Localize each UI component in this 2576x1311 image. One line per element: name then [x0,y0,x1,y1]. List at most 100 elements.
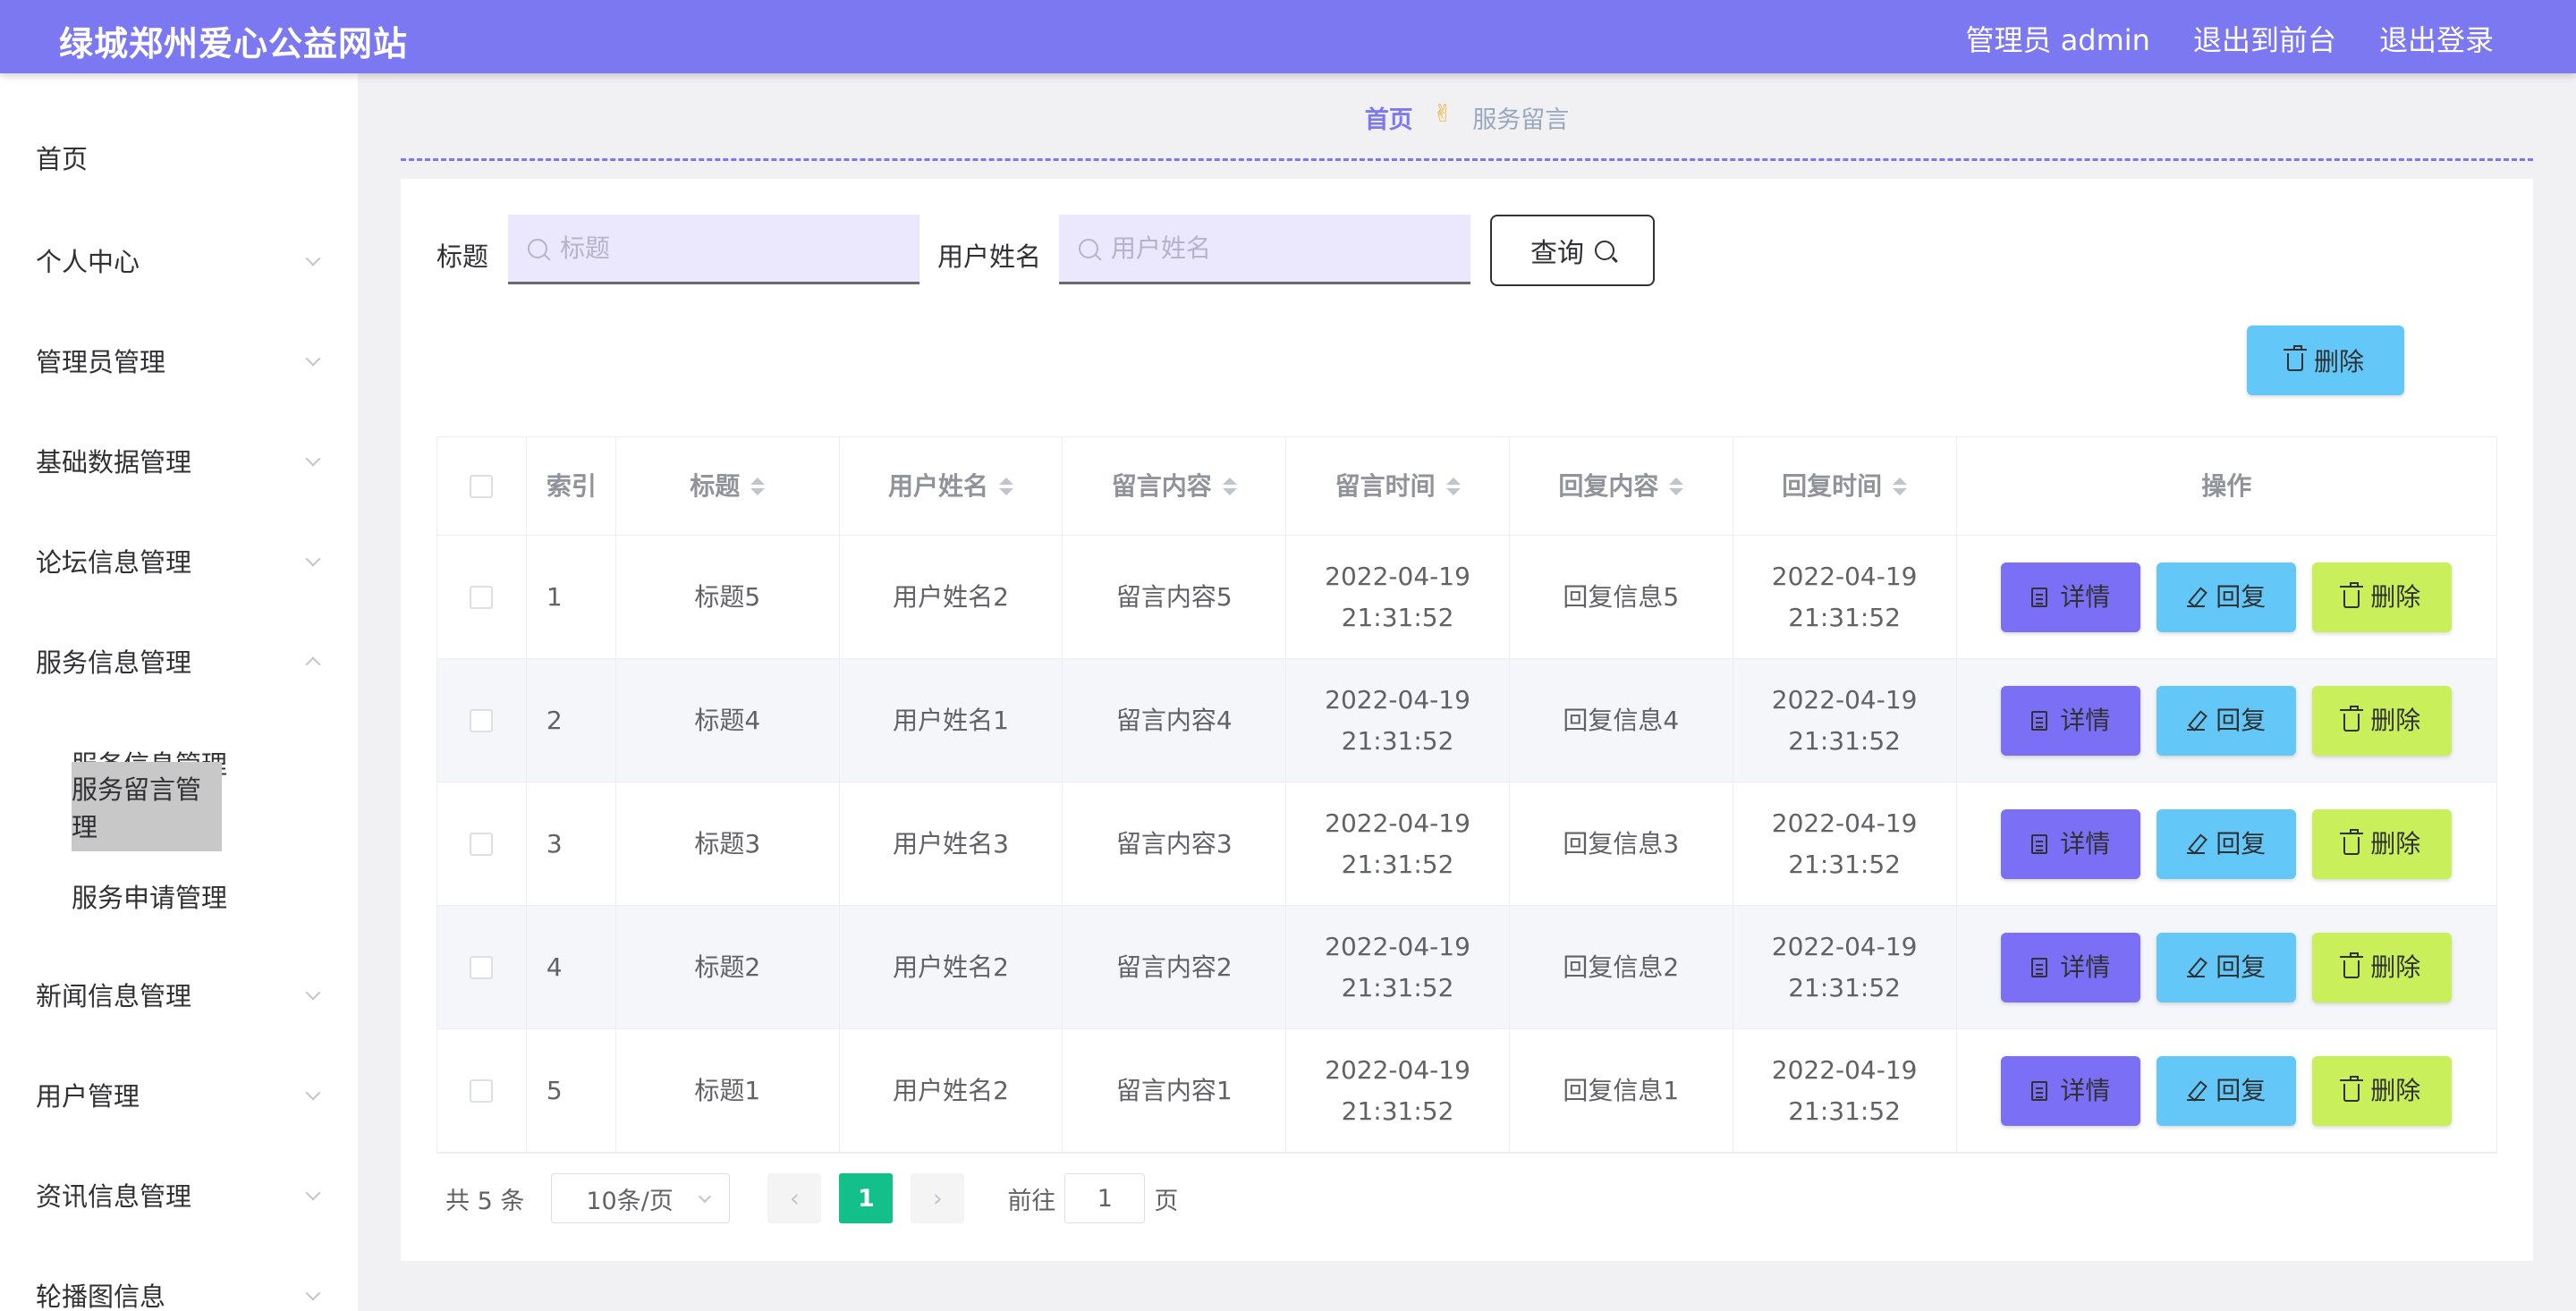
row-checkbox[interactable] [470,585,494,609]
batch-delete-button[interactable]: 删除 [2247,326,2404,395]
cell-content: 留言内容1 [1063,1029,1287,1152]
sidebar-item-personal-center[interactable]: 个人中心 [0,224,358,296]
reply-button[interactable]: 回复 [2157,1055,2297,1126]
row-checkbox[interactable] [470,955,494,979]
column-header: 回复时间 [1782,470,1883,501]
delete-button[interactable]: 删除 [2312,808,2453,879]
table-row: 5 标题1 用户姓名2 留言内容1 2022-04-19 21:31:52 回复… [437,1029,2496,1153]
cell-content: 留言内容5 [1063,536,1287,658]
detail-button[interactable]: 详情 [2001,808,2141,879]
sort-icon[interactable] [1445,477,1461,495]
sort-icon[interactable] [750,477,766,495]
title-search-field[interactable] [508,215,919,284]
sidebar-subitem-service-message[interactable]: 服务留言管理 [72,762,222,851]
reply-button[interactable]: 回复 [2157,808,2297,879]
trash-icon [2340,952,2364,978]
delete-button[interactable]: 删除 [2312,932,2453,1002]
sidebar-item-news[interactable]: 新闻信息管理 [0,959,358,1030]
sort-icon[interactable] [1222,477,1237,495]
delete-button[interactable]: 删除 [2312,685,2453,756]
user-search-input[interactable] [1111,233,1451,263]
query-button[interactable]: 查询 [1490,215,1655,286]
cell-index: 5 [527,1029,616,1152]
sidebar-item-label: 论坛信息管理 [36,547,192,578]
sort-icon[interactable] [1893,477,1908,495]
header-actions: 操作 [1957,437,2496,535]
cell-index: 4 [527,906,616,1028]
title-search-label: 标题 [436,241,489,272]
next-page-button[interactable]: › [911,1173,965,1223]
row-checkbox[interactable] [470,832,494,856]
sort-icon[interactable] [1669,477,1684,495]
header-index: 索引 [527,437,616,535]
message-table: 索引 标题 用户姓名 留言内容 留言时间 回复内容 回复时间 操作 1 标题5 … [436,436,2497,1154]
detail-label: 详情 [2060,705,2111,735]
reply-button[interactable]: 回复 [2157,932,2297,1002]
header-user[interactable]: 用户姓名 [840,437,1063,535]
chevron-down-icon [305,250,321,266]
sidebar-item-carousel[interactable]: 轮播图信息 [0,1259,358,1311]
header-reply-time[interactable]: 回复时间 [1733,437,1957,535]
chevron-down-icon [699,1189,712,1204]
page-size-select[interactable]: 10条/页 [551,1173,731,1223]
reply-label: 回复 [2216,952,2267,982]
detail-label: 详情 [2060,828,2111,858]
sidebar-item-basic-data[interactable]: 基础数据管理 [0,425,358,496]
chevron-down-icon [305,1285,321,1301]
chevron-down-icon [305,1185,321,1201]
chevron-down-icon [305,1085,321,1101]
sidebar-subitem-service-apply[interactable]: 服务申请管理 [72,851,227,941]
reply-label: 回复 [2216,581,2267,612]
header-time[interactable]: 留言时间 [1286,437,1510,535]
header-title[interactable]: 标题 [616,437,840,535]
reply-button[interactable]: 回复 [2157,562,2297,632]
sidebar-item-articles[interactable]: 资讯信息管理 [0,1159,358,1231]
sidebar-item-forum[interactable]: 论坛信息管理 [0,525,358,596]
goto-page-input[interactable]: 1 [1064,1173,1146,1223]
header-reply[interactable]: 回复内容 [1510,437,1733,535]
row-checkbox[interactable] [470,708,494,732]
sidebar-item-users[interactable]: 用户管理 [0,1059,358,1130]
detail-button[interactable]: 详情 [2001,932,2141,1002]
header-content[interactable]: 留言内容 [1063,437,1287,535]
row-checkbox[interactable] [470,1078,494,1103]
sidebar-item-service-info[interactable]: 服务信息管理 [0,625,358,697]
breadcrumb-home[interactable]: 首页 [1365,100,1413,135]
cell-user: 用户姓名3 [840,782,1063,905]
exit-to-front-link[interactable]: 退出到前台 [2193,18,2336,59]
sort-icon[interactable] [999,477,1014,495]
select-all-checkbox[interactable] [470,474,494,498]
cell-reply: 回复信息1 [1510,1029,1733,1152]
document-icon [2031,710,2048,731]
sidebar-item-label: 管理员管理 [36,347,166,377]
logout-link[interactable]: 退出登录 [2379,18,2494,59]
reply-button[interactable]: 回复 [2157,685,2297,756]
trash-icon [2283,345,2307,371]
cell-reply-time: 2022-04-19 21:31:52 [1733,659,1957,782]
title-search-input[interactable] [560,233,900,263]
delete-button[interactable]: 删除 [2312,562,2453,632]
page-size-value: 10条/页 [586,1187,674,1215]
sidebar-item-home[interactable]: 首页 [0,122,358,193]
column-header: 标题 [690,470,741,501]
pagination: 共 5 条 10条/页 ‹ 1 › 前往 1 页 [445,1173,1178,1223]
column-header: 回复内容 [1558,470,1659,501]
edit-icon [2187,1081,2206,1101]
sidebar-item-admin-management[interactable]: 管理员管理 [0,325,358,396]
prev-page-button[interactable]: ‹ [767,1173,822,1223]
trash-icon [2340,828,2364,855]
cell-actions: 详情 回复 删除 [1957,782,2496,905]
chevron-up-icon [305,656,321,672]
detail-button[interactable]: 详情 [2001,1055,2141,1126]
document-icon [2031,833,2048,854]
detail-button[interactable]: 详情 [2001,562,2141,632]
detail-button[interactable]: 详情 [2001,685,2141,756]
table-row: 1 标题5 用户姓名2 留言内容5 2022-04-19 21:31:52 回复… [437,536,2496,659]
cell-actions: 详情 回复 删除 [1957,659,2496,782]
page-number-current[interactable]: 1 [839,1173,894,1223]
cell-content: 留言内容2 [1063,906,1287,1028]
user-search-field[interactable] [1059,215,1470,284]
chevron-down-icon [305,451,321,467]
sidebar-item-label: 新闻信息管理 [36,981,192,1011]
delete-button[interactable]: 删除 [2312,1055,2453,1126]
